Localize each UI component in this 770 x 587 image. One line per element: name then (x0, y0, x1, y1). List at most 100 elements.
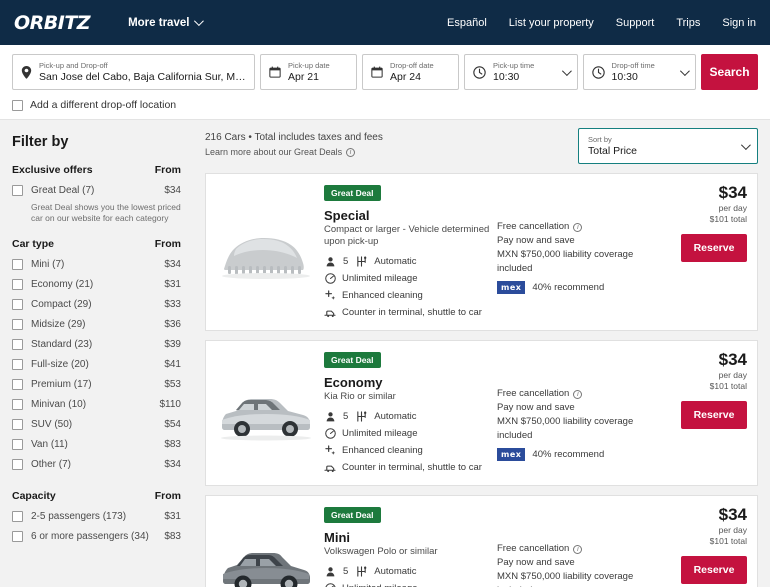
chevron-down-icon (680, 66, 690, 76)
term-label: Free cancellation (497, 542, 569, 556)
great-deal-note: Great Deal shows you the lowest priced c… (31, 202, 181, 224)
info-icon[interactable]: i (573, 390, 582, 399)
car-result-card[interactable]: Great Deal Mini Volkswagen Polo or simil… (205, 495, 758, 587)
filter-label: Standard (23) (31, 339, 92, 350)
filter-mini[interactable]: Mini (7) $34 (12, 259, 181, 270)
filter-checkbox[interactable] (12, 185, 23, 196)
results-meta: 216 Cars • Total includes taxes and fees… (205, 128, 383, 159)
results-count: 216 Cars • Total includes taxes and fees (205, 130, 383, 145)
pickup-time-field[interactable]: Pick-up time 10:30 (464, 54, 578, 90)
nav-trips[interactable]: Trips (676, 17, 700, 29)
dropoff-date-field[interactable]: Drop-off date Apr 24 (362, 54, 459, 90)
filter-price: $53 (164, 379, 181, 390)
filter-economy[interactable]: Economy (21) $31 (12, 279, 181, 290)
orbitz-logo[interactable]: ORBITZ (14, 12, 90, 34)
dropoff-time-field[interactable]: Drop-off time 10:30 (583, 54, 697, 90)
pickup-date-field[interactable]: Pick-up date Apr 21 (260, 54, 357, 90)
nav-support[interactable]: Support (616, 17, 655, 29)
filter-midsize[interactable]: Midsize (29) $36 (12, 319, 181, 330)
filter-checkbox[interactable] (12, 299, 23, 310)
filter-2-5-passengers[interactable]: 2-5 passengers (173) $31 (12, 511, 181, 522)
filter-checkbox[interactable] (12, 531, 23, 542)
car-feature: Enhanced cleaning (324, 287, 497, 304)
filter-label: Minivan (10) (31, 399, 86, 410)
filter-6-or-more-passengers[interactable]: 6 or more passengers (34) $83 (12, 531, 181, 542)
filter-checkbox[interactable] (12, 511, 23, 522)
info-icon[interactable]: i (573, 545, 582, 554)
filters-sidebar: Filter by Exclusive offers From Great De… (0, 120, 195, 587)
filter-price: $41 (164, 359, 181, 370)
filter-checkbox[interactable] (12, 419, 23, 430)
term-cancellation: Free cancellation i (497, 542, 669, 556)
passenger-count: 5 (343, 563, 348, 580)
term-pay-now: Pay now and save (497, 234, 669, 248)
pickup-time-value: 10:30 (493, 71, 555, 84)
car-result-card[interactable]: Great Deal Special Compact or larger - V… (205, 173, 758, 331)
info-icon[interactable]: i (346, 148, 355, 157)
filter-checkbox[interactable] (12, 379, 23, 390)
filter-checkbox[interactable] (12, 339, 23, 350)
filter-checkbox[interactable] (12, 399, 23, 410)
nav-sign-in[interactable]: Sign in (722, 17, 756, 29)
reserve-button[interactable]: Reserve (681, 234, 747, 262)
different-dropoff-checkbox[interactable] (12, 100, 23, 111)
filter-checkbox[interactable] (12, 459, 23, 470)
dropoff-date-label: Drop-off date (390, 61, 450, 71)
different-dropoff-label: Add a different drop-off location (30, 99, 176, 111)
filter-compact[interactable]: Compact (29) $33 (12, 299, 181, 310)
calendar-icon (371, 66, 383, 78)
results-panel: 216 Cars • Total includes taxes and fees… (195, 120, 770, 587)
filter-label: 2-5 passengers (173) (31, 511, 126, 522)
filter-price: $39 (164, 339, 181, 350)
filter-price: $83 (164, 531, 181, 542)
filter-standard[interactable]: Standard (23) $39 (12, 339, 181, 350)
vendor-logo: mex (497, 281, 525, 294)
header-nav: Español List your property Support Trips… (447, 17, 756, 29)
filter-checkbox[interactable] (12, 319, 23, 330)
feature-label: Unlimited mileage (342, 425, 418, 442)
location-label: Pick-up and Drop-off (39, 61, 246, 71)
filter-price: $34 (164, 459, 181, 470)
filter-checkbox[interactable] (12, 359, 23, 370)
pickup-date-label: Pick-up date (288, 61, 348, 71)
car-result-card[interactable]: Great Deal Economy Kia Rio or similar 5 … (205, 340, 758, 486)
filter-full-size[interactable]: Full-size (20) $41 (12, 359, 181, 370)
filter-price: $33 (164, 299, 181, 310)
section-from-label: From (155, 490, 181, 502)
vendor-row: mex 40% recommend (497, 281, 669, 294)
filter-suv[interactable]: SUV (50) $54 (12, 419, 181, 430)
transmission-icon (355, 411, 367, 422)
different-dropoff-row[interactable]: Add a different drop-off location (12, 99, 758, 111)
location-field[interactable]: Pick-up and Drop-off San Jose del Cabo, … (12, 54, 255, 90)
section-header-capacity: Capacity From (12, 490, 181, 502)
nav-list-your-property[interactable]: List your property (509, 17, 594, 29)
dropoff-date-value: Apr 24 (390, 71, 450, 84)
filter-minivan[interactable]: Minivan (10) $110 (12, 399, 181, 410)
info-icon[interactable]: i (573, 223, 582, 232)
car-details: Great Deal Mini Volkswagen Polo or simil… (320, 505, 497, 587)
reserve-button[interactable]: Reserve (681, 401, 747, 429)
more-travel-label: More travel (128, 17, 189, 29)
nav-espanol[interactable]: Español (447, 17, 487, 29)
filters-title: Filter by (12, 134, 181, 150)
car-subtitle: Compact or larger - Vehicle determined u… (324, 224, 497, 248)
term-pay-now: Pay now and save (497, 556, 669, 570)
car-details: Great Deal Special Compact or larger - V… (320, 183, 497, 321)
search-button[interactable]: Search (701, 54, 758, 90)
mileage-icon (324, 583, 336, 587)
vendor-recommend: 40% recommend (532, 282, 604, 293)
more-travel-menu[interactable]: More travel (128, 17, 201, 29)
filter-checkbox[interactable] (12, 279, 23, 290)
filter-checkbox[interactable] (12, 259, 23, 270)
filter-van[interactable]: Van (11) $83 (12, 439, 181, 450)
filter-premium[interactable]: Premium (17) $53 (12, 379, 181, 390)
filter-price: $34 (164, 259, 181, 270)
reserve-button[interactable]: Reserve (681, 556, 747, 584)
filter-great-deal[interactable]: Great Deal (7) $34 (12, 185, 181, 196)
learn-more-great-deals[interactable]: Learn more about our Great Deals i (205, 145, 383, 159)
mileage-icon (324, 273, 336, 284)
sort-dropdown[interactable]: Sort by Total Price (578, 128, 758, 164)
filter-label: Economy (21) (31, 279, 93, 290)
filter-other[interactable]: Other (7) $34 (12, 459, 181, 470)
filter-checkbox[interactable] (12, 439, 23, 450)
